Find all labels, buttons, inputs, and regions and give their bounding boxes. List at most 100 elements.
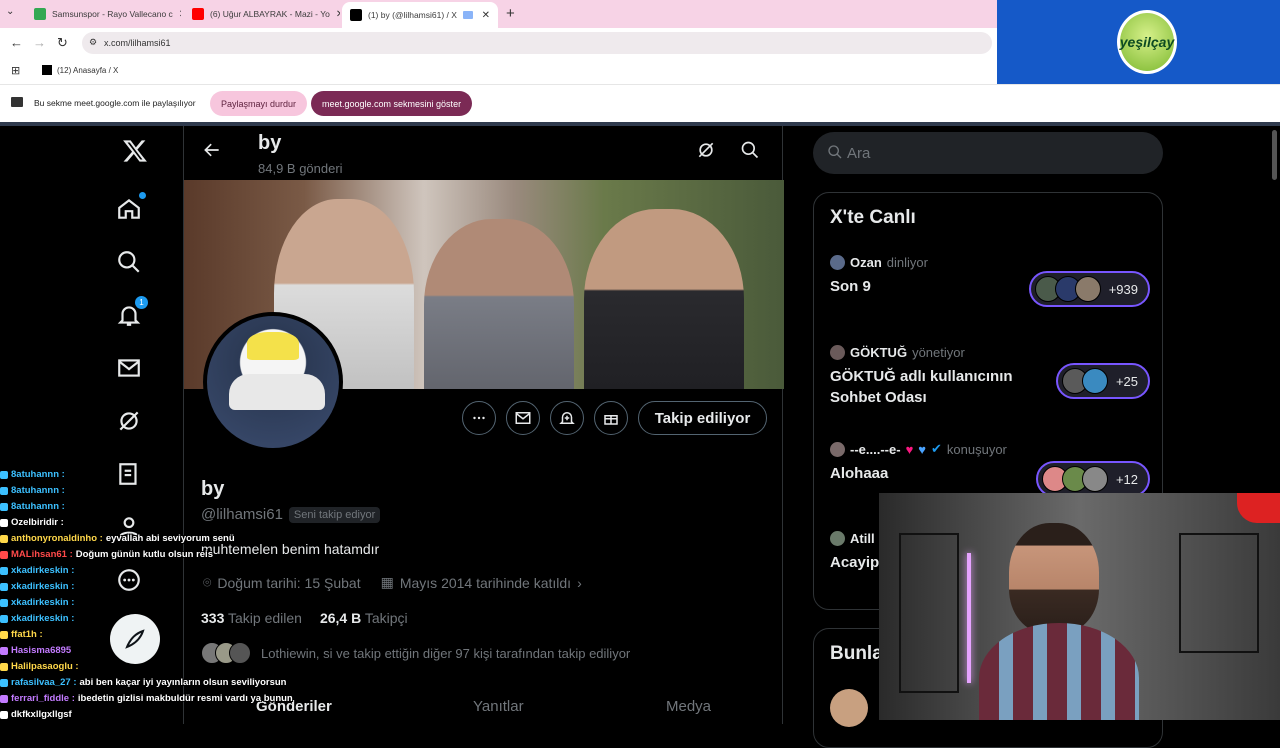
sponsor-logo-panel: yeşilçay <box>997 0 1280 84</box>
chat-badge-icon <box>0 695 8 703</box>
chat-badge-icon <box>0 647 8 655</box>
host-name: Ozan <box>850 255 882 270</box>
chat-badge-icon <box>0 535 8 543</box>
bookmark-label: (12) Anasayfa / X <box>57 65 119 75</box>
chat-message: Hasisma6895 <box>0 643 420 659</box>
host-name: Atill <box>850 531 875 546</box>
share-message: Bu sekme meet.google.com ile paylaşılıyo… <box>34 98 196 108</box>
search-icon[interactable] <box>114 247 144 277</box>
new-posts-dot <box>139 192 146 199</box>
close-icon[interactable]: ✕ <box>482 10 490 21</box>
notify-button[interactable] <box>550 401 584 435</box>
search-input[interactable]: Ara <box>813 132 1163 174</box>
host-avatar <box>830 345 845 360</box>
browser-tab-3[interactable]: (1) by (@lilhamsi61) / X ✕ <box>342 2 498 28</box>
reload-icon[interactable]: ↻ <box>57 35 68 51</box>
show-meet-tab-button[interactable]: meet.google.com sekmesini göster <box>311 91 473 116</box>
listeners-pill[interactable]: +939 <box>1028 271 1150 307</box>
back-icon[interactable] <box>202 140 222 160</box>
close-icon[interactable]: ✕ <box>179 9 181 20</box>
x-logo-icon[interactable] <box>120 136 150 166</box>
chat-message: Ozelbiridir : <box>0 515 420 531</box>
new-tab-icon[interactable]: + <box>506 5 515 22</box>
chat-username: MALihsan61 : <box>11 549 73 560</box>
gift-button[interactable] <box>594 401 628 435</box>
chat-badge-icon <box>0 567 8 575</box>
chat-message: ferrari_fiddle : ibedetin gizlisi makbuld… <box>0 691 420 707</box>
back-icon[interactable]: ← <box>10 35 23 50</box>
search-placeholder: Ara <box>847 144 871 162</box>
chat-badge-icon <box>0 583 8 591</box>
chevron-right-icon[interactable]: › <box>577 575 582 591</box>
grok-icon[interactable] <box>114 406 144 436</box>
chat-username: Ozelbiridir : <box>11 517 64 528</box>
host-name: --e....--e- <box>850 441 901 457</box>
chat-badge-icon <box>0 663 8 671</box>
sponsor-logo-text: yeşilçay <box>1119 34 1175 50</box>
live-item[interactable]: GÖKTUĞ yönetiyor GÖKTUĞ adlı kullanıcını… <box>830 345 1150 415</box>
grok-icon[interactable] <box>696 140 716 165</box>
following-button[interactable]: Takip ediliyor <box>638 401 767 435</box>
bookmark-item[interactable]: (12) Anasayfa / X <box>42 65 118 75</box>
chat-message: MALihsan61 : Doğum günün kutlu olsun reis <box>0 547 420 563</box>
scrollbar[interactable] <box>1272 130 1277 180</box>
streamer <box>979 523 1139 720</box>
chat-username: xkadirkeskin : <box>11 565 75 576</box>
notifications-icon[interactable]: 1 <box>114 296 148 330</box>
chat-text: eyvallah abi seviyorum senü <box>105 533 235 544</box>
live-card-title: X'te Canlı <box>830 207 916 228</box>
meet-share-icon <box>462 11 473 19</box>
chat-username: anthonyronaldinho : <box>11 533 103 544</box>
host-avatar <box>830 531 845 546</box>
chat-username: dkfkxllgxllgsf <box>11 709 72 720</box>
stop-sharing-button[interactable]: Paylaşmayı durdur <box>210 91 308 116</box>
chat-username: Hasisma6895 <box>11 645 72 656</box>
chat-message: Halilpasaoglu : <box>0 659 420 675</box>
bell-plus-icon <box>559 412 575 424</box>
chat-badge-icon <box>0 471 8 479</box>
chat-badge-icon <box>0 503 8 511</box>
address-bar: ← → ↻ ⚙ x.com/lilhamsi61 <box>0 28 997 58</box>
live-item[interactable]: --e....--e- ♥ ♥ ✔ konuşuyor Alohaaa +12 <box>830 441 1150 501</box>
message-button[interactable] <box>506 401 540 435</box>
chat-message: anthonyronaldinho : eyvallah abi seviyoru… <box>0 531 420 547</box>
chat-username: Halilpasaoglu : <box>11 661 79 672</box>
browser-tab-1[interactable]: Samsunspor - Rayo Vallecano c ✕ <box>26 3 181 25</box>
apps-icon[interactable]: ⊞ <box>11 64 20 77</box>
suggested-avatar[interactable] <box>830 689 868 727</box>
home-icon[interactable] <box>114 192 146 224</box>
bookmarks-bar: ⊞ (12) Anasayfa / X <box>0 58 997 84</box>
chat-badge-icon <box>0 487 8 495</box>
chat-username: xkadirkeskin : <box>11 597 75 608</box>
header-name: by <box>258 132 282 154</box>
host-status: yönetiyor <box>912 345 965 360</box>
close-icon[interactable]: ✕ <box>336 9 340 20</box>
listeners-pill[interactable]: +25 <box>1055 363 1150 399</box>
live-item[interactable]: Ozan dinliyor Son 9 +939 <box>830 255 1150 315</box>
host-status: dinliyor <box>886 255 928 270</box>
search-icon[interactable] <box>740 140 760 165</box>
profile-avatar[interactable] <box>203 312 343 452</box>
listeners-pill[interactable]: +12 <box>1035 461 1150 497</box>
chat-text: Doğum günün kutlu olsun reis <box>75 549 213 560</box>
chat-message: 8atuhannn : <box>0 483 420 499</box>
forward-icon[interactable]: → <box>33 35 46 50</box>
tab-search-icon[interactable]: ⌄ <box>6 6 20 20</box>
chat-text: abi ben kaçar iyi yayınların olsun sevil… <box>79 677 287 688</box>
more-options-button[interactable] <box>462 401 496 435</box>
url-field[interactable]: ⚙ x.com/lilhamsi61 <box>82 32 992 54</box>
messages-icon[interactable] <box>114 353 144 383</box>
gift-icon <box>604 415 618 425</box>
notification-badge: 1 <box>135 296 148 309</box>
listener-count: +12 <box>1115 471 1138 487</box>
site-info-icon[interactable]: ⚙ <box>89 37 97 48</box>
browser-tab-2[interactable]: (6) Uğur ALBAYRAK - Mazi - Yo ✕ <box>184 3 340 25</box>
screen-share-icon <box>11 97 23 107</box>
listener-count: +939 <box>1108 281 1138 297</box>
tab-replies[interactable]: Yanıtlar <box>473 698 524 715</box>
tab-media[interactable]: Medya <box>666 698 711 715</box>
chat-username: xkadirkeskin : <box>11 581 75 592</box>
chat-text: ibedetin gizlisi makbuldür resmi vardı y… <box>77 693 293 704</box>
chat-badge-icon <box>0 711 8 719</box>
host-avatar <box>830 255 845 270</box>
